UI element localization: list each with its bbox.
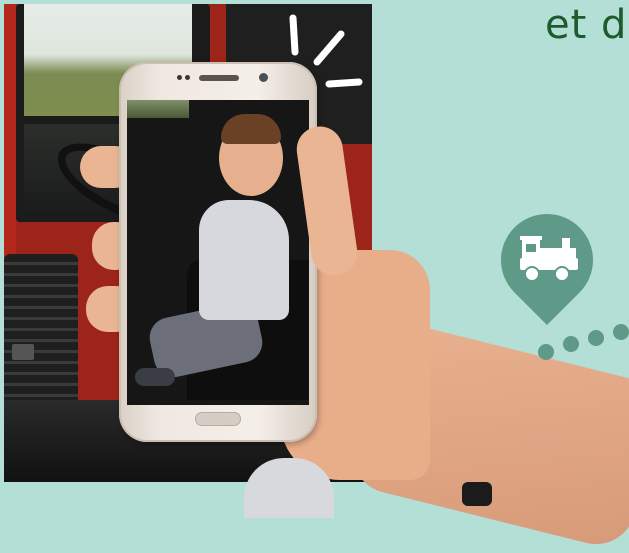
path-dot [538,344,554,360]
child-shoe [135,368,175,386]
phone-sensor [185,75,190,80]
screen-window-view [127,100,189,118]
child-hair [221,114,281,144]
path-dot [588,330,604,346]
phone-sensor [177,75,182,80]
gear-housing [4,254,78,414]
path-dot [563,336,579,352]
phone-home-button [195,412,241,426]
path-dot [613,324,629,340]
headline-text: et d [545,2,628,48]
gear-label-plate [12,344,34,360]
smartphone [119,62,317,442]
phone-screen-photo [127,100,309,405]
train-icon [520,236,578,282]
front-camera-icon [259,73,268,82]
child-jacket [199,200,289,320]
spark-lines-icon [289,14,363,88]
watch [462,482,492,506]
phone-speaker [199,75,239,81]
